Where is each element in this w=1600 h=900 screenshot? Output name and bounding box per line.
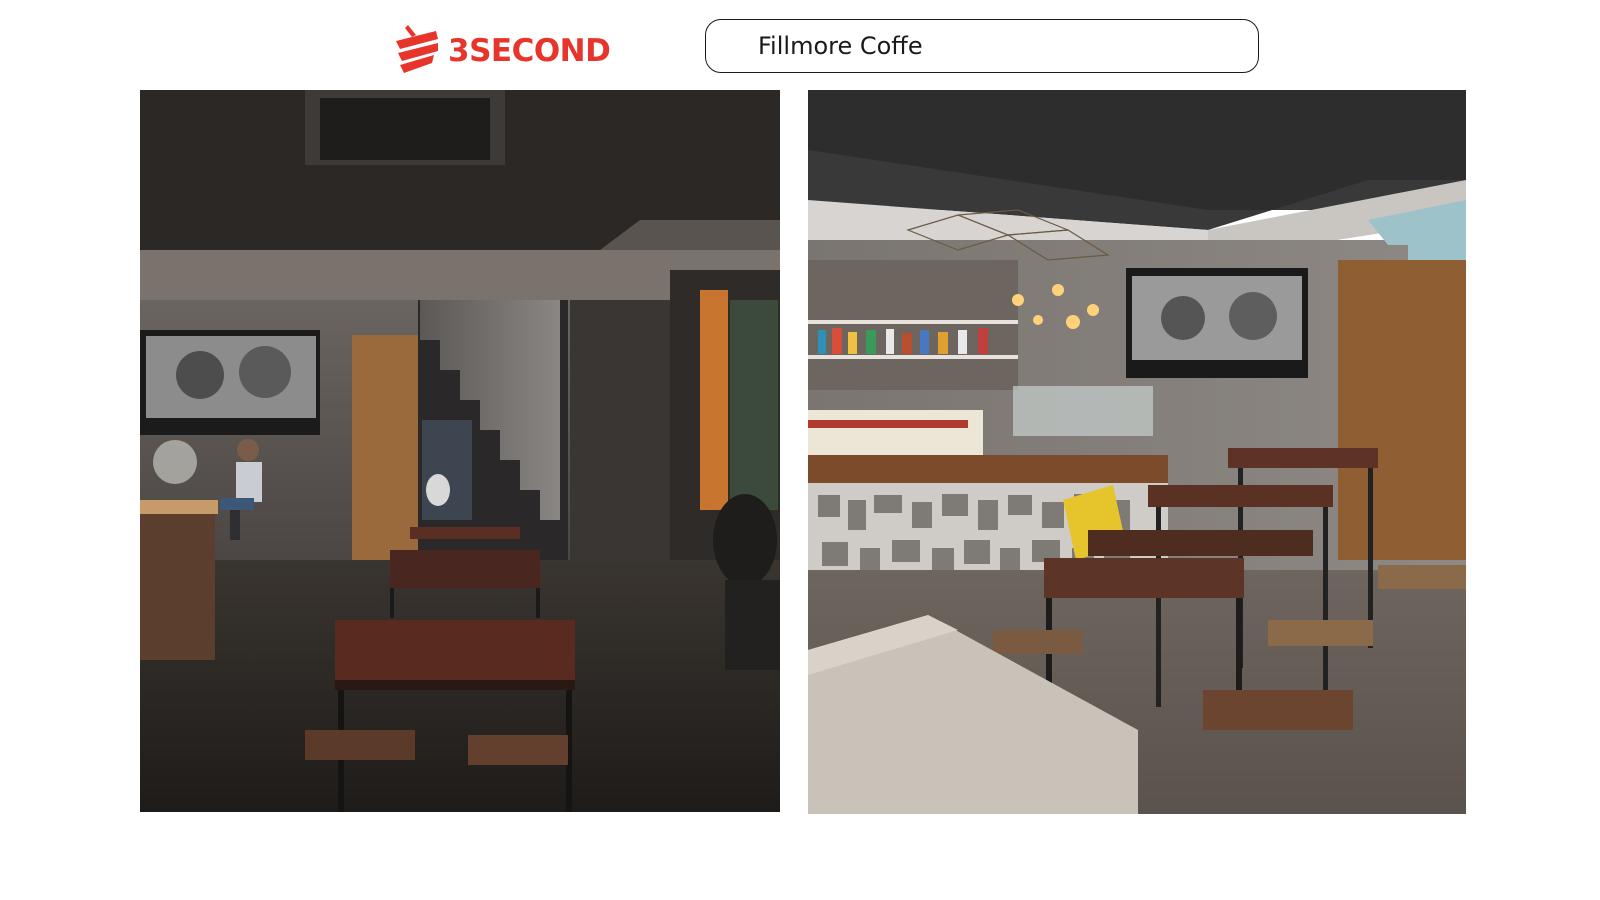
cafe-interior-bar-counter-photo-icon [808,90,1466,814]
brand-logo: 3SECOND [394,20,611,78]
cafe-interior-night-photo-icon [140,90,780,812]
brand-name: 3SECOND [448,32,611,69]
location-title-box: Fillmore Coffe [705,19,1259,73]
cafe-photo-right [808,90,1466,814]
slide: 3SECOND Fillmore Coffe [0,0,1600,900]
brand-mark-icon [396,25,438,73]
cafe-photo-left [140,90,780,812]
location-title: Fillmore Coffe [758,32,923,60]
